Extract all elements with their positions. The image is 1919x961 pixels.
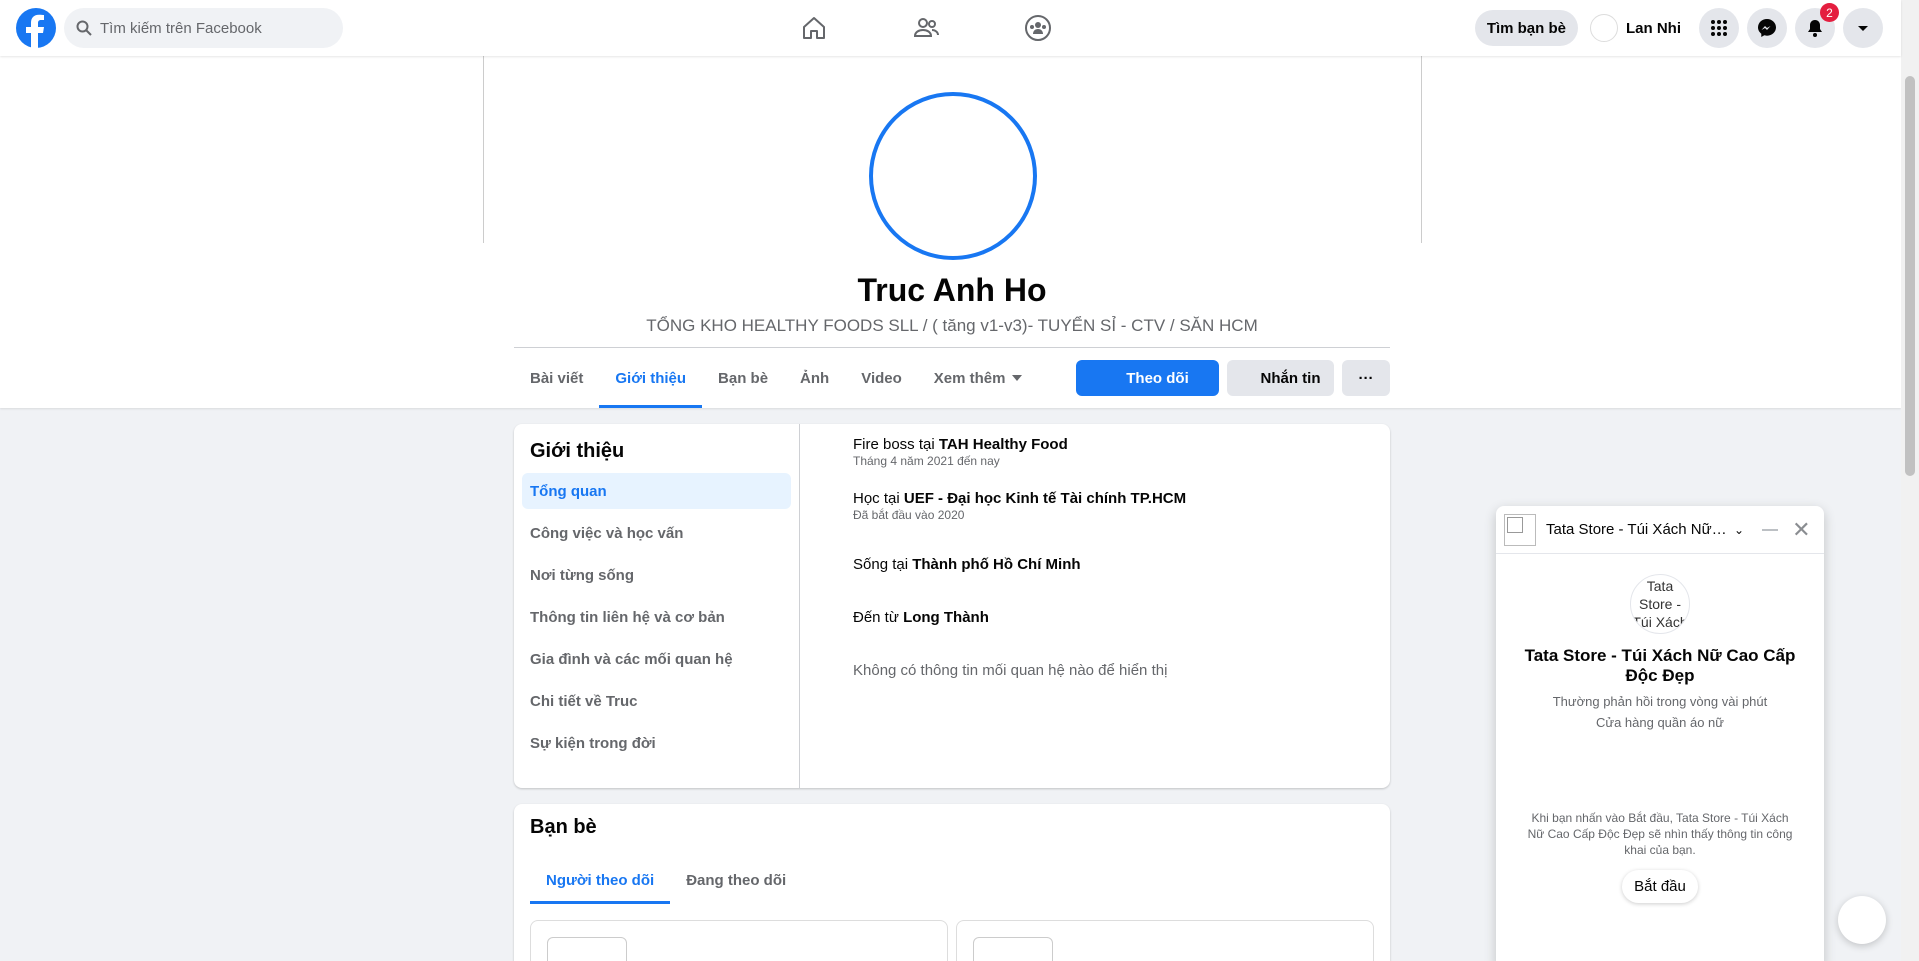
groups-icon [1025, 15, 1051, 41]
about-overview: Fire boss tại TAH Healthy Food Tháng 4 n… [853, 436, 1353, 679]
chat-window: Tata Store - Túi Xách Nữ Cao Cấp Độc Đẹp… [1496, 506, 1824, 961]
chat-response-time: Thường phản hồi trong vòng vài phút [1552, 694, 1768, 709]
tab-more-label: Xem thêm [933, 369, 1006, 387]
facebook-logo-icon[interactable] [16, 8, 56, 48]
info-work-link[interactable]: TAH Healthy Food [939, 436, 1068, 453]
friends-title: Bạn bè [530, 816, 597, 838]
user-profile-chip[interactable]: Lan Nhi [1586, 10, 1691, 46]
info-work-date: Tháng 4 năm 2021 đến nay [853, 454, 1000, 468]
account-button[interactable] [1843, 8, 1883, 48]
friends-card: Bạn bè Người theo dõi Đang theo dõi [514, 804, 1390, 961]
nav-home[interactable] [758, 0, 870, 56]
caret-down-icon [1011, 375, 1022, 381]
info-education-link[interactable]: UEF - Đại học Kinh tế Tài chính TP.HCM [904, 490, 1186, 507]
chat-header: Tata Store - Túi Xách Nữ Cao Cấp Độc Đẹp… [1496, 506, 1824, 554]
notifications-button[interactable]: 2 [1795, 3, 1839, 48]
friend-thumbnail [973, 937, 1053, 961]
profile-header: Truc Anh Ho TỔNG KHO HEALTHY FOODS SLL /… [0, 56, 1901, 408]
new-message-button[interactable] [1838, 896, 1886, 944]
friend-item[interactable] [956, 920, 1374, 961]
friend-item[interactable] [530, 920, 948, 961]
find-friends-button[interactable]: Tìm bạn bè [1474, 10, 1578, 46]
info-from-prefix: Đến từ [853, 609, 904, 626]
info-education-prefix: Học tại [853, 490, 904, 507]
profile-picture[interactable] [869, 92, 1037, 260]
user-name: Lan Nhi [1626, 19, 1681, 37]
notification-badge: 2 [1820, 3, 1839, 22]
info-lives-link[interactable]: Thành phố Hồ Chí Minh [912, 556, 1080, 573]
messenger-button[interactable] [1747, 8, 1787, 48]
chat-page-picture: Tata Store - Túi Xách [1630, 574, 1690, 634]
tab-friends[interactable]: Bạn bè [702, 348, 784, 408]
info-work: Fire boss tại TAH Healthy Food Tháng 4 n… [853, 436, 1353, 468]
info-lives-in: Sống tại Thành phố Hồ Chí Minh [853, 556, 1353, 573]
home-icon [803, 17, 825, 39]
chat-header-name[interactable]: Tata Store - Túi Xách Nữ Cao Cấp Độc Đẹp [1546, 521, 1728, 538]
tab-posts[interactable]: Bài viết [514, 348, 599, 408]
search-icon [76, 20, 92, 36]
about-menu-details[interactable]: Chi tiết về Truc [522, 683, 791, 719]
chat-privacy-notice: Khi bạn nhấn vào Bắt đầu, Tata Store - T… [1527, 811, 1793, 857]
no-relationship-text: Không có thông tin mối quan hệ nào để hi… [853, 662, 1168, 679]
minimize-icon[interactable] [1762, 528, 1779, 531]
search-bar[interactable] [64, 8, 343, 48]
about-card: Giới thiệu Tổng quan Công việc và học vấ… [514, 424, 1390, 788]
chat-page-name: Tata Store - Túi Xách Nữ Cao Cấp Độc Đẹp [1524, 646, 1796, 685]
search-input[interactable] [100, 19, 320, 37]
menu-button[interactable] [1699, 8, 1739, 48]
tab-followers[interactable]: Người theo dõi [530, 856, 671, 904]
info-education-date: Đã bắt đầu vào 2020 [853, 508, 965, 522]
tab-following[interactable]: Đang theo dõi [670, 856, 802, 904]
about-menu-places[interactable]: Nơi từng sống [522, 557, 791, 593]
about-menu: Giới thiệu Tổng quan Công việc và học vấ… [514, 424, 800, 788]
chat-page-avatar[interactable] [1504, 513, 1536, 546]
about-menu-work-education[interactable]: Công việc và học vấn [522, 515, 791, 551]
about-menu-overview[interactable]: Tổng quan [522, 473, 791, 509]
more-options-button[interactable]: ··· [1342, 360, 1390, 396]
profile-actions: Theo dõi Nhắn tin ··· [1076, 360, 1390, 396]
chevron-down-icon[interactable]: ⌄ [1734, 523, 1744, 537]
caret-down-icon [1858, 26, 1868, 31]
grid-menu-icon [1711, 20, 1727, 36]
info-from-link[interactable]: Long Thành [903, 609, 989, 626]
tab-about[interactable]: Giới thiệu [599, 348, 702, 408]
messenger-icon [1758, 19, 1776, 37]
chat-page-category: Cửa hàng quần áo nữ [1595, 715, 1724, 730]
about-menu-life-events[interactable]: Sự kiện trong đời [522, 725, 791, 761]
chat-start-button[interactable]: Bắt đầu [1622, 870, 1698, 903]
about-title: Giới thiệu [530, 440, 625, 462]
avatar [1590, 14, 1618, 42]
scrollbar[interactable] [1901, 0, 1919, 961]
friends-icon [913, 18, 939, 37]
message-button[interactable]: Nhắn tin [1227, 360, 1334, 396]
center-nav [758, 0, 1094, 56]
friend-thumbnail [547, 937, 627, 961]
friends-tabs: Người theo dõi Đang theo dõi [530, 856, 802, 904]
scrollbar-thumb[interactable] [1905, 76, 1915, 476]
close-icon[interactable]: ✕ [1792, 518, 1810, 541]
about-menu-contact[interactable]: Thông tin liên hệ và cơ bản [522, 599, 791, 635]
bell-icon [1808, 20, 1822, 37]
top-navbar: Tìm bạn bè Lan Nhi 2 [0, 0, 1901, 56]
tab-photos[interactable]: Ảnh [784, 348, 845, 408]
profile-bio: TỔNG KHO HEALTHY FOODS SLL / ( tăng v1-v… [646, 316, 1258, 335]
profile-tabs: Bài viết Giới thiệu Bạn bè Ảnh Video Xem… [514, 348, 1038, 408]
about-menu-family[interactable]: Gia đình và các mối quan hệ [522, 641, 791, 677]
profile-name: Truc Anh Ho [857, 272, 1047, 308]
info-from: Đến từ Long Thành [853, 609, 1353, 626]
chat-body: Tata Store - Túi Xách Tata Store - Túi X… [1496, 554, 1824, 923]
tab-more[interactable]: Xem thêm [918, 348, 1038, 408]
tab-videos[interactable]: Video [845, 348, 918, 408]
nav-friends[interactable] [870, 0, 982, 56]
info-education: Học tại UEF - Đại học Kinh tế Tài chính … [853, 490, 1353, 522]
info-lives-prefix: Sống tại [853, 556, 913, 573]
follow-button[interactable]: Theo dõi [1076, 360, 1219, 396]
right-nav: Tìm bạn bè Lan Nhi 2 [1474, 3, 1883, 48]
nav-groups[interactable] [982, 0, 1094, 56]
info-work-prefix: Fire boss tại [853, 436, 939, 453]
